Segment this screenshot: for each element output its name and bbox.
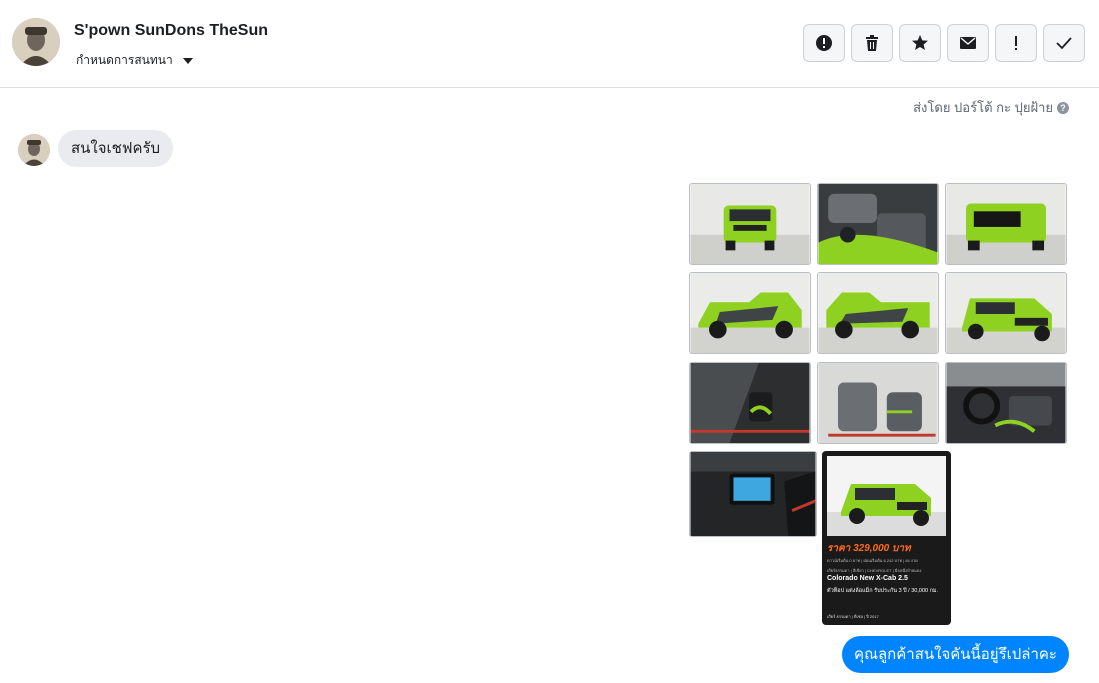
promo-price: ราคา 329,000 บาท <box>827 543 911 554</box>
sent-by-label: ส่งโดย ปอร์โต้ กะ ปุยฝ้าย ? <box>913 97 1069 118</box>
check-icon <box>1056 37 1072 50</box>
car-photo-2[interactable] <box>817 183 939 265</box>
car-photo-9[interactable] <box>945 362 1067 444</box>
follow-up-button[interactable] <box>995 24 1037 62</box>
conversation-settings-dropdown[interactable]: กำหนดการสนทนา <box>76 51 193 70</box>
outgoing-message-bubble[interactable]: คุณลูกค้าสนใจคันนี้อยู่รึเปล่าคะ <box>842 636 1069 673</box>
sent-by-text: ส่งโดย ปอร์โต้ กะ ปุยฝ้าย <box>913 100 1053 115</box>
delete-button[interactable] <box>851 24 893 62</box>
promo-features: ตัวท็อป แต่งล้อแม็ก รับประกัน 3 ปี / 30,… <box>827 588 939 594</box>
car-photo-6[interactable] <box>945 272 1067 354</box>
promo-model: Colorado New X-Cab 2.5 <box>827 575 908 582</box>
alert-icon <box>816 35 832 51</box>
help-icon[interactable]: ? <box>1057 101 1069 114</box>
conversation-settings-label: กำหนดการสนทนา <box>76 53 173 67</box>
user-name: S'pown SunDons TheSun <box>74 22 269 39</box>
mark-spam-button[interactable] <box>803 24 845 62</box>
promo-car-photo <box>827 456 946 536</box>
car-photo-10[interactable] <box>689 451 817 537</box>
mark-unread-button[interactable] <box>947 24 989 62</box>
conversation-header: S'pown SunDons TheSun กำหนดการสนทนา <box>0 0 1099 88</box>
star-icon <box>912 35 928 50</box>
user-avatar[interactable] <box>12 18 60 66</box>
envelope-icon <box>960 37 976 49</box>
exclamation-icon <box>1015 36 1017 50</box>
sender-avatar[interactable] <box>18 134 50 166</box>
mark-done-button[interactable] <box>1043 24 1085 62</box>
promo-finance-line: ดาวน์เริ่มต้น 0 บาท | ผ่อนเริ่มต้น 6,242… <box>827 558 918 563</box>
car-photo-8[interactable] <box>817 362 939 444</box>
star-button[interactable] <box>899 24 941 62</box>
car-photo-3[interactable] <box>945 183 1067 265</box>
car-photo-1[interactable] <box>689 183 811 265</box>
promo-footer: เกียร์ ธรรมดา | ดีเซล | ปี 2017 <box>827 614 879 619</box>
chevron-down-icon <box>182 57 193 64</box>
action-toolbar <box>803 24 1085 62</box>
promo-spec-line: เกียร์ธรรมดา | สีเขียว | CHEVROLET | มือ… <box>827 568 922 573</box>
car-photo-5[interactable] <box>817 272 939 354</box>
car-photo-7[interactable] <box>689 362 811 444</box>
car-photo-4[interactable] <box>689 272 811 354</box>
incoming-message-bubble[interactable]: สนใจเชฟครับ <box>58 130 174 167</box>
listing-promo-card[interactable]: ราคา 329,000 บาท ดาวน์เริ่มต้น 0 บาท | ผ… <box>822 451 951 625</box>
trash-icon <box>866 35 878 51</box>
